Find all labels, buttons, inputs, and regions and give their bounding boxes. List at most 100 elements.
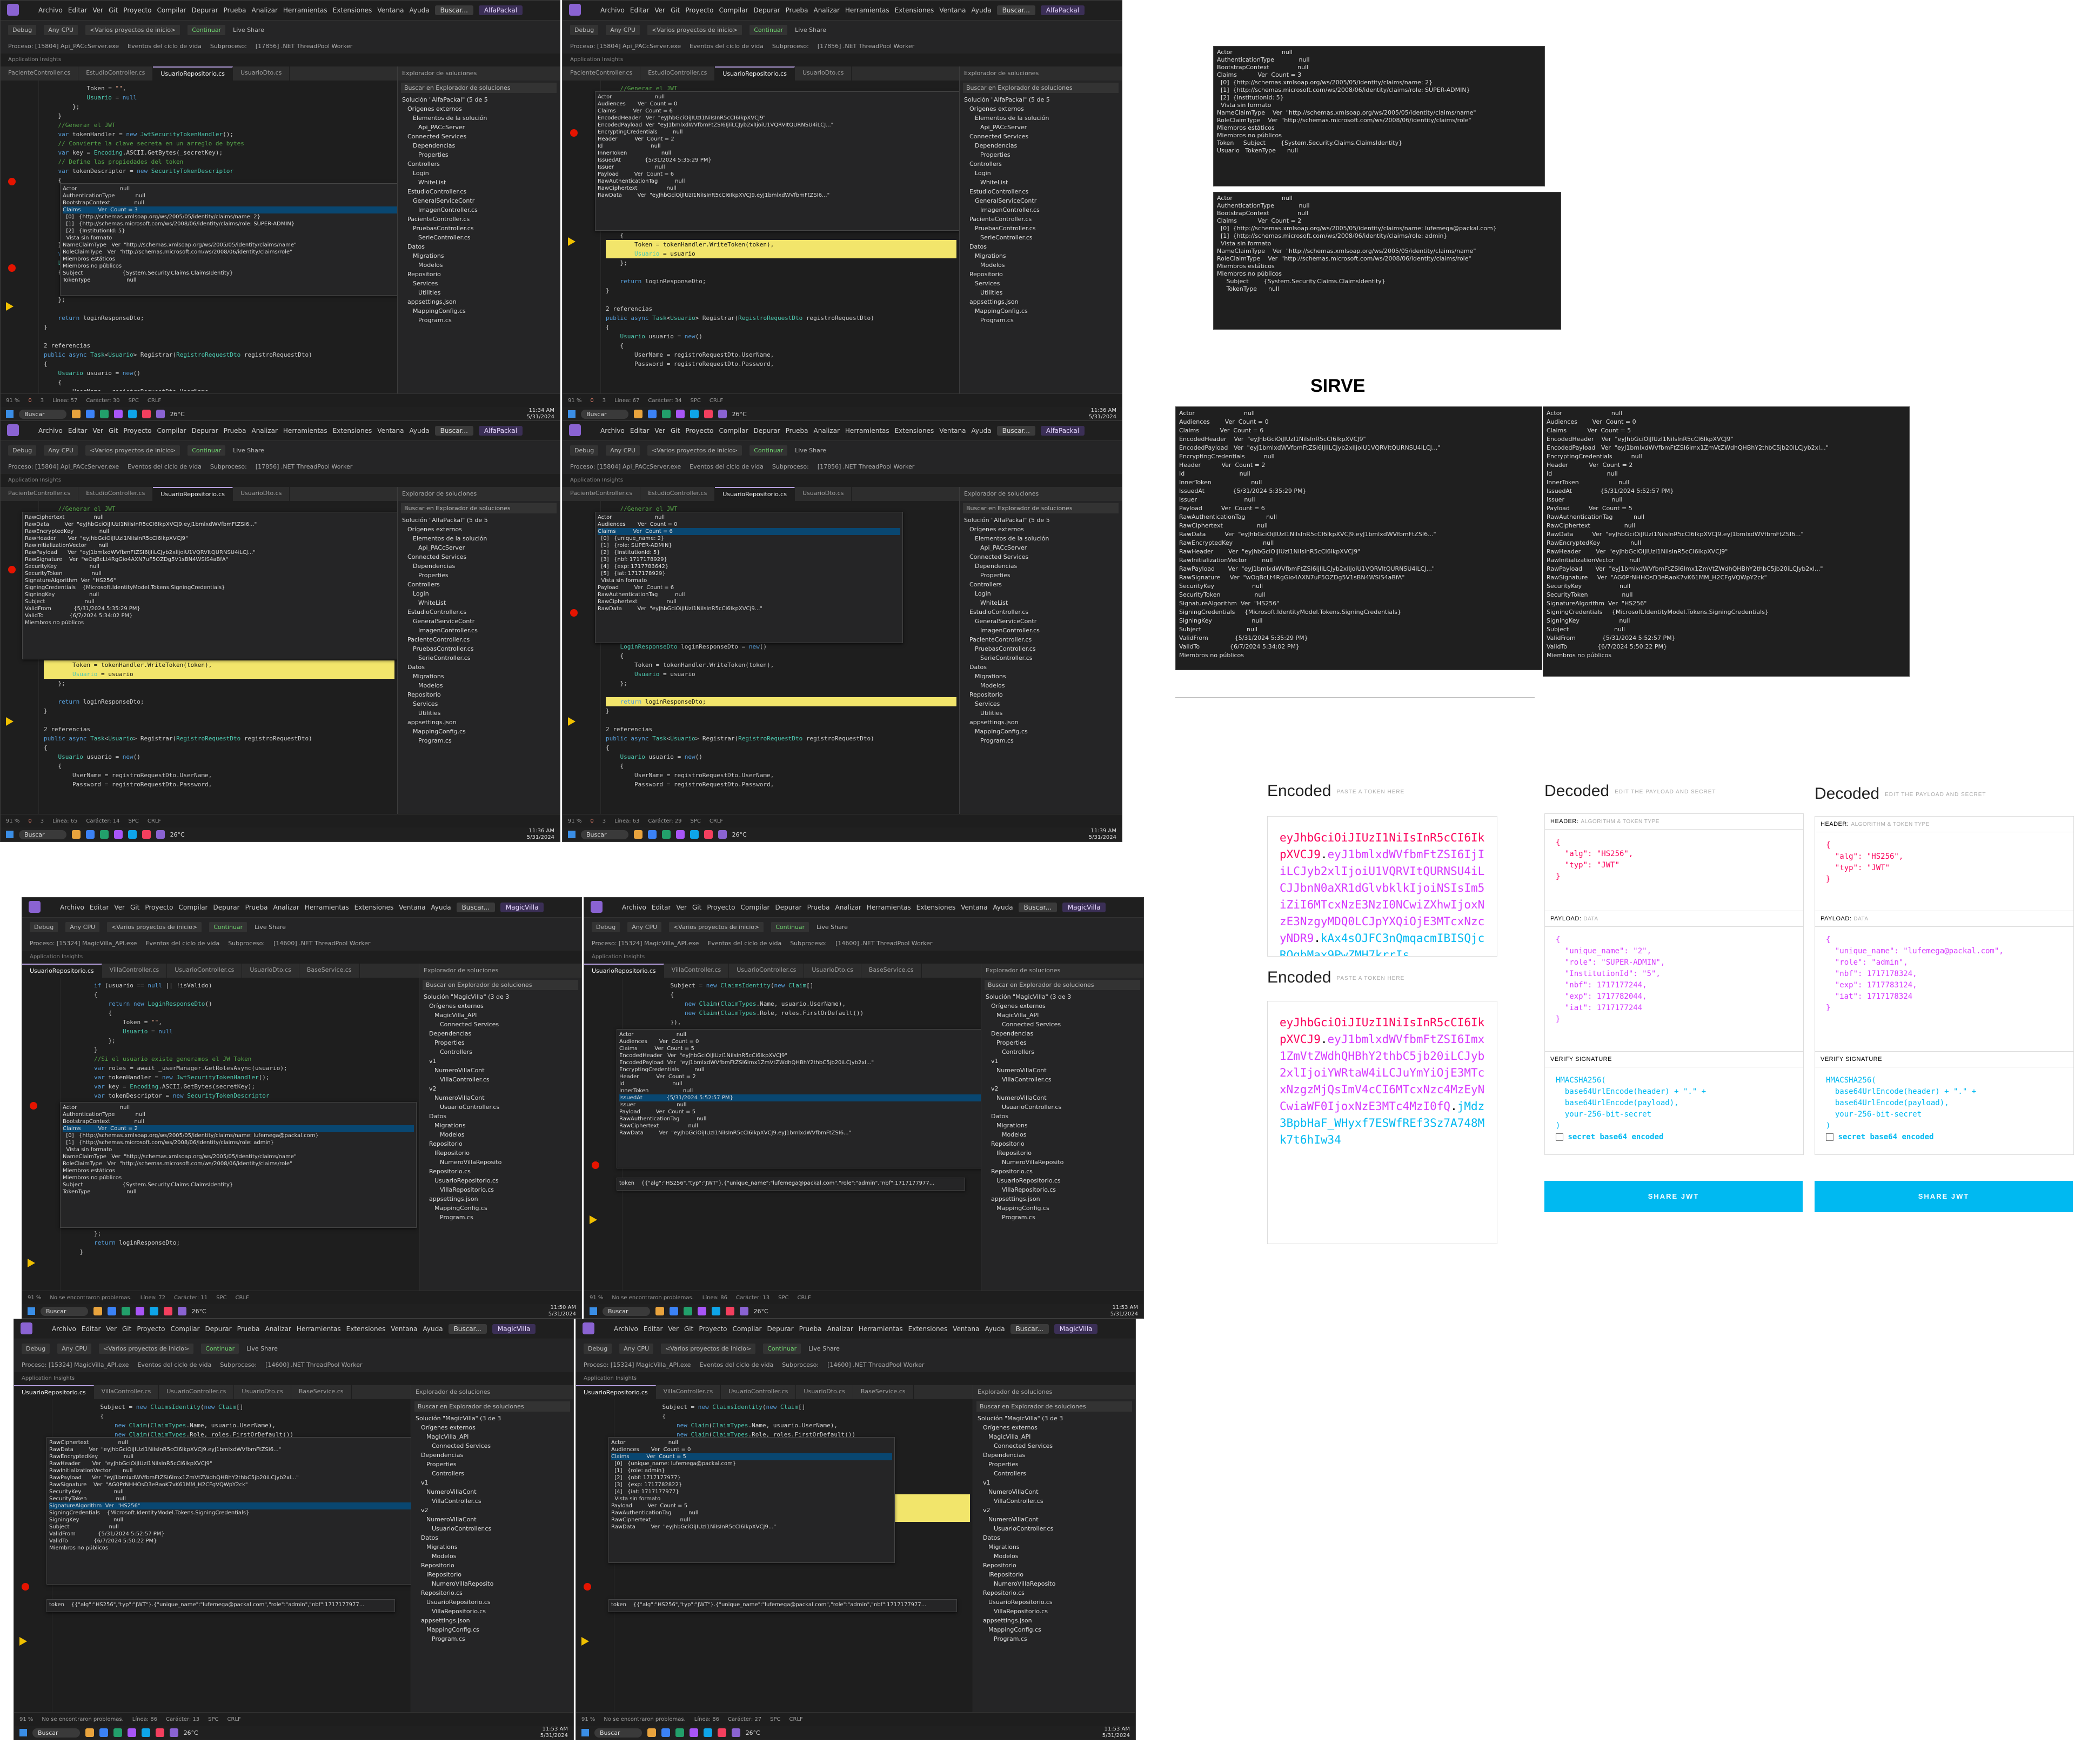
solution-tree-item[interactable]: Program.cs <box>416 1634 573 1643</box>
application-insights-bar[interactable]: Application Insights <box>563 54 1122 66</box>
menu-item-ayuda[interactable]: Ayuda <box>410 6 430 14</box>
solution-tree-item[interactable]: Services <box>964 279 1122 288</box>
solution-root[interactable]: Solución "MagicVilla" (3 de 3 <box>416 1414 573 1423</box>
solution-tree-item[interactable]: VillaController.cs <box>986 1075 1143 1084</box>
taskbar-app-icon[interactable] <box>107 1307 116 1315</box>
solution-tree-item[interactable]: GeneralServiceContr <box>402 617 560 626</box>
token-value-tooltip[interactable]: token {{"alg":"HS256","typ":"JWT"}.{"uni… <box>46 1599 395 1612</box>
zoom-level[interactable]: 91 % <box>28 1295 41 1301</box>
menu-item-proyecto[interactable]: Proyecto <box>123 6 151 14</box>
datatip-row[interactable]: [0] {unique_name: 2} <box>598 535 900 542</box>
code-editor[interactable]: Subject = new ClaimsIdentity(new Claim[]… <box>584 978 1000 1291</box>
solution-tree-item[interactable]: Modelos <box>986 1130 1143 1139</box>
solution-tree-item[interactable]: NumeroVillaCont <box>424 1066 581 1075</box>
solution-tree-item[interactable]: Connected Services <box>986 1020 1143 1029</box>
datatip-row[interactable]: SigningKey null <box>25 591 403 598</box>
solution-tree-item[interactable]: SerieController.cs <box>964 653 1122 663</box>
solution-tree-item[interactable]: VillaRepositorio.cs <box>978 1607 1135 1616</box>
taskbar-app-icon[interactable] <box>99 830 109 839</box>
solution-search-input[interactable]: Buscar en Explorador de soluciones <box>963 503 1119 513</box>
payload-json[interactable]: { "unique_name": "lufemega@packal.com", … <box>1815 927 2073 1021</box>
zoom-level[interactable]: 91 % <box>568 818 581 824</box>
datatip-row[interactable]: EncodedHeader Ver "eyJhbGciOiJIUzI1NiIsI… <box>598 115 976 122</box>
datatip-row[interactable]: Issuer null <box>619 1101 998 1108</box>
taskbar-app-icon[interactable] <box>675 1728 684 1737</box>
code-editor[interactable]: if (usuario == null || !isValido) { retu… <box>22 978 419 1291</box>
decoded-header-panel-1[interactable]: HEADER: ALGORITHM & TOKEN TYPE { "alg": "… <box>1544 813 1804 912</box>
solution-tree-item[interactable]: Datos <box>424 1112 581 1121</box>
datatip-row[interactable]: RawInitializationVector null <box>25 542 403 549</box>
menu-item-ayuda[interactable]: Ayuda <box>993 904 1013 911</box>
datatip-row[interactable]: RoleClaimType Ver "http://schemas.micros… <box>63 1160 414 1167</box>
solution-tree-item[interactable]: PruebasController.cs <box>402 644 560 653</box>
header-json[interactable]: { "alg": "HS256", "typ": "JWT" } <box>1545 830 1803 890</box>
menu-item-depurar[interactable]: Depurar <box>191 6 218 14</box>
solution-tree-item[interactable]: appsettings.json <box>964 718 1122 727</box>
lifecycle-events-dropdown[interactable]: Eventos del ciclo de vida <box>690 43 764 50</box>
datatip-row[interactable]: Payload Ver Count = 5 <box>611 1502 892 1509</box>
header-json[interactable]: { "alg": "HS256", "typ": "JWT" } <box>1815 832 2073 893</box>
editor-tab[interactable]: EstudioController.cs <box>78 66 153 81</box>
solution-tree-item[interactable]: v2 <box>978 1506 1135 1515</box>
datatip-row[interactable]: Vista sin formato <box>63 235 398 242</box>
datatip-row[interactable]: BootstrapContext null <box>63 1118 414 1125</box>
debug-config-dropdown[interactable]: Debug <box>570 445 599 456</box>
datatip-row[interactable]: [4] {iat: 1717177977} <box>611 1488 892 1495</box>
solution-search-input[interactable]: Buscar en Explorador de soluciones <box>985 980 1140 990</box>
menu-item-herramientas[interactable]: Herramientas <box>283 6 327 14</box>
secret-checkbox[interactable] <box>1556 1133 1563 1141</box>
solution-tree-item[interactable]: Repositorio <box>986 1139 1143 1148</box>
error-count[interactable]: 0 <box>28 398 31 404</box>
token-value-tooltip[interactable]: token {{"alg":"HS256","typ":"JWT"}.{"uni… <box>617 1178 965 1191</box>
menu-item-git[interactable]: Git <box>109 6 118 14</box>
solution-root[interactable]: Solución "MagicVilla" (3 de 3 <box>978 1414 1135 1423</box>
solution-tree-item[interactable]: Properties <box>424 1038 581 1047</box>
solution-tree-item[interactable]: Repositorio <box>416 1561 573 1570</box>
warning-count[interactable]: 3 <box>603 398 606 404</box>
menu-item-archivo[interactable]: Archivo <box>614 1325 638 1333</box>
editor-tab[interactable]: BaseService.cs <box>299 964 360 978</box>
solution-tree-item[interactable]: EstudioController.cs <box>402 607 560 617</box>
menu-item-extensiones[interactable]: Extensiones <box>908 1325 948 1333</box>
datatip-row[interactable]: Id null <box>619 1080 998 1087</box>
weather-temp[interactable]: 26°C <box>754 1308 768 1315</box>
menu-item-ayuda[interactable]: Ayuda <box>410 427 430 435</box>
datatip-row[interactable]: ValidFrom {5/31/2024 5:35:29 PM} <box>25 605 403 612</box>
solution-tree-item[interactable]: Services <box>964 699 1122 709</box>
editor-tab[interactable]: UsuarioRepositorio.cs <box>576 1385 656 1399</box>
continue-button[interactable]: Continuar <box>749 24 788 35</box>
share-jwt-button[interactable]: SHARE JWT <box>1544 1181 1803 1212</box>
datatip-row[interactable]: RawPayload Ver "eyJ1bmlxdWVfbmFtZSI6IjIi… <box>25 549 403 556</box>
taskbar-search[interactable]: Buscar <box>19 409 66 419</box>
datatip-row[interactable]: Claims Ver Count = 5 <box>611 1453 892 1460</box>
solution-tree-item[interactable]: MappingConfig.cs <box>402 306 560 316</box>
encoded-token-2[interactable]: eyJhbGciOiJIUzI1NiIsInR5cCI6IkpXVCJ9.eyJ… <box>1267 1001 1497 1244</box>
datatip-row[interactable]: Miembros estáticos <box>63 1167 414 1174</box>
solution-tree-item[interactable]: GeneralServiceContr <box>964 196 1122 205</box>
solution-tree-item[interactable]: Controllers <box>978 1469 1135 1478</box>
menu-item-archivo[interactable]: Archivo <box>60 904 84 911</box>
debug-config-dropdown[interactable]: Debug <box>570 24 599 35</box>
solution-root[interactable]: Solución "AlfaPackal" (5 de 5 <box>964 516 1122 525</box>
taskbar-app-icon[interactable] <box>113 410 123 418</box>
solution-tree-item[interactable]: NumeroVillaCont <box>416 1487 573 1496</box>
editor-tab[interactable]: UsuarioDto.cs <box>234 1385 291 1399</box>
solution-tree-item[interactable]: Controllers <box>402 580 560 589</box>
menu-item-prueba[interactable]: Prueba <box>786 427 808 435</box>
solution-tree-item[interactable]: Datos <box>986 1112 1143 1121</box>
solution-tree-item[interactable]: NumeroVillaReposito <box>416 1579 573 1588</box>
debugger-datatip[interactable]: Actor null Audiences Ver Count = 0 Claims … <box>595 91 979 231</box>
menu-item-ver[interactable]: Ver <box>668 1325 679 1333</box>
debug-config-dropdown[interactable]: Debug <box>22 1343 50 1354</box>
datatip-row[interactable]: [5] {iat: 1717178929} <box>598 570 900 577</box>
clock[interactable]: 11:53 AM 5/31/2024 <box>540 1726 568 1739</box>
taskbar-app-icon[interactable] <box>690 410 699 418</box>
continue-button[interactable]: Continuar <box>749 445 788 456</box>
solution-search-input[interactable]: Buscar en Explorador de soluciones <box>963 83 1119 93</box>
solution-tree-item[interactable]: Controllers <box>964 159 1122 169</box>
menu-item-git[interactable]: Git <box>692 904 701 911</box>
menu-item-editar[interactable]: Editar <box>90 904 109 911</box>
editor-tab[interactable]: UsuarioRepositorio.cs <box>715 487 795 501</box>
solution-tree-item[interactable]: MappingConfig.cs <box>416 1625 573 1634</box>
solution-tree-item[interactable]: Orígenes externos <box>964 525 1122 534</box>
